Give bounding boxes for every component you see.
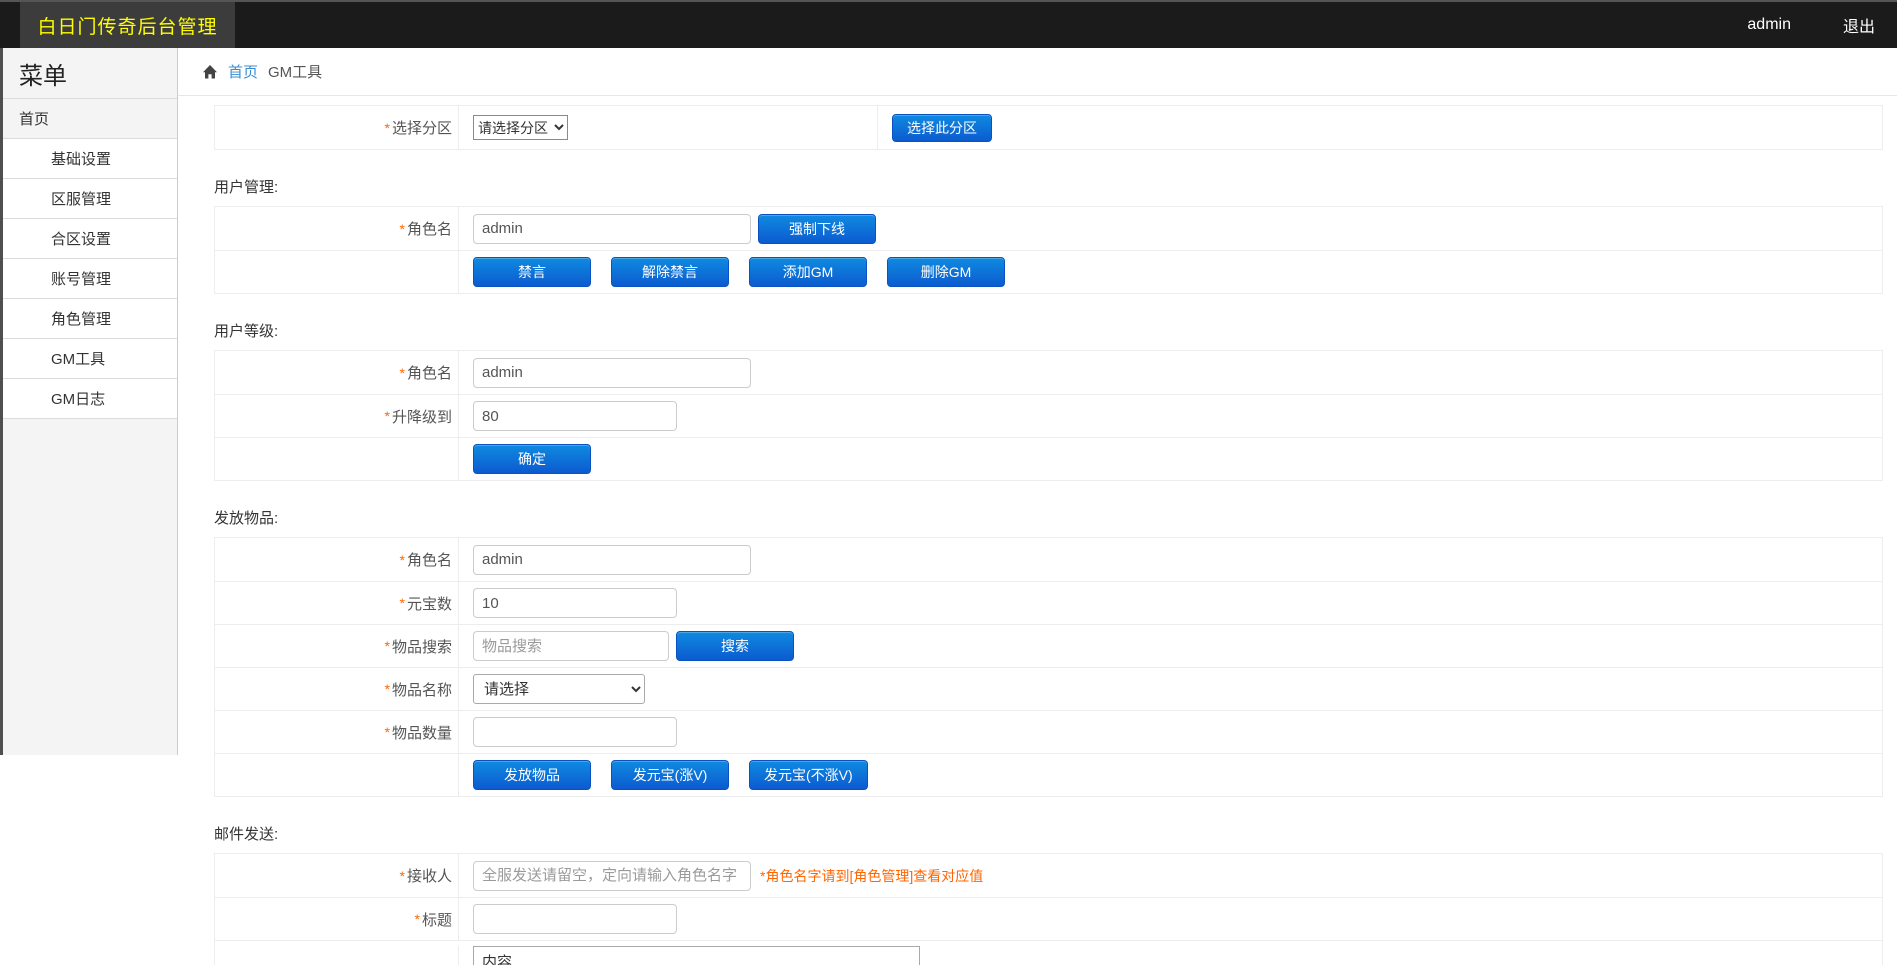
sidebar-item-gm-tools[interactable]: GM工具	[3, 338, 177, 378]
level-target-label: * 升降级到	[215, 395, 459, 437]
user-mgmt-role-input[interactable]	[473, 214, 751, 244]
app-title-text: 白日门传奇后台管理	[37, 12, 217, 39]
give-yuanbao-novip-button[interactable]: 发元宝(不涨V)	[749, 760, 868, 790]
required-mark: *	[400, 552, 405, 568]
role-name-label: * 角色名	[215, 538, 459, 581]
zone-select-label: * 选择分区	[215, 106, 459, 149]
gm-tools-form: * 选择分区 请选择分区 选择此分区 用户管理:	[178, 96, 1897, 965]
select-zone-button[interactable]: 选择此分区	[892, 114, 992, 142]
user-level-role-row: * 角色名	[215, 351, 1882, 394]
item-name-label: * 物品名称	[215, 668, 459, 710]
give-items-actions-row: 发放物品 发元宝(涨V) 发元宝(不涨V)	[215, 753, 1882, 796]
mail-receiver-row: * 接收人 *角色名字请到[角色管理]查看对应值	[215, 854, 1882, 897]
role-name-label: * 角色名	[215, 207, 459, 250]
yuanbao-row: * 元宝数	[215, 581, 1882, 624]
zone-select[interactable]: 请选择分区	[473, 115, 568, 140]
item-qty-label: * 物品数量	[215, 711, 459, 753]
item-search-input[interactable]	[473, 631, 669, 661]
mail-receiver-input[interactable]	[473, 861, 751, 891]
mail-send-title: 邮件发送:	[214, 825, 1883, 845]
add-gm-button[interactable]: 添加GM	[749, 257, 867, 287]
sidebar-item-server-mgmt[interactable]: 区服管理	[3, 178, 177, 218]
item-search-button[interactable]: 搜索	[676, 631, 794, 661]
sidebar-item-home[interactable]: 首页	[3, 98, 177, 138]
give-items-actions: 发放物品 发元宝(涨V) 发元宝(不涨V)	[473, 760, 868, 790]
item-name-row: * 物品名称 请选择	[215, 667, 1882, 710]
user-mgmt-actions: 禁言 解除禁言 添加GM 删除GM	[473, 257, 1005, 287]
breadcrumb: 首页 GM工具	[178, 48, 1897, 96]
sidebar-item-basic-settings[interactable]: 基础设置	[3, 138, 177, 178]
mail-subject-row: * 标题	[215, 897, 1882, 940]
item-qty-input[interactable]	[473, 717, 677, 747]
menu-divider	[3, 418, 177, 419]
required-mark: *	[415, 911, 420, 927]
yuanbao-label: * 元宝数	[215, 582, 459, 624]
zone-select-row: * 选择分区 请选择分区 选择此分区	[215, 106, 1882, 149]
user-level-target-row: * 升降级到	[215, 394, 1882, 437]
zone-confirm-cell: 选择此分区	[878, 114, 1882, 142]
sidebar-item-gm-logs[interactable]: GM日志	[3, 378, 177, 418]
user-mgmt-actions-row: 禁言 解除禁言 添加GM 删除GM	[215, 250, 1882, 293]
top-bar: 白日门传奇后台管理 admin 退出	[0, 0, 1897, 48]
user-mgmt-table: * 角色名 强制下线 禁言 解除禁言 添加GM	[214, 206, 1883, 294]
level-confirm-button[interactable]: 确定	[473, 444, 591, 474]
level-target-input[interactable]	[473, 401, 677, 431]
sidebar-menu: 首页 基础设置 区服管理 合区设置 账号管理 角色管理 GM工具 GM日志	[3, 98, 177, 419]
home-icon	[202, 64, 218, 80]
required-mark: *	[400, 365, 405, 381]
breadcrumb-home-link[interactable]: 首页	[228, 61, 258, 82]
give-yuanbao-vip-button[interactable]: 发元宝(涨V)	[611, 760, 729, 790]
sidebar-item-merge-settings[interactable]: 合区设置	[3, 218, 177, 258]
user-level-table: * 角色名 * 升降级到	[214, 350, 1883, 481]
sidebar-item-role-mgmt[interactable]: 角色管理	[3, 298, 177, 338]
force-offline-button[interactable]: 强制下线	[758, 214, 876, 244]
required-mark: *	[400, 868, 405, 884]
mail-subject-label: * 标题	[215, 898, 459, 940]
app-title: 白日门传奇后台管理	[20, 2, 235, 48]
required-mark: *	[385, 120, 390, 136]
give-items-role-input[interactable]	[473, 545, 751, 575]
user-level-confirm-row: 确定	[215, 437, 1882, 480]
sidebar-item-account-mgmt[interactable]: 账号管理	[3, 258, 177, 298]
item-name-select[interactable]: 请选择	[473, 674, 645, 704]
mail-content-textarea[interactable]: 内容	[473, 946, 920, 965]
sidebar: 菜单 首页 基础设置 区服管理 合区设置 账号管理 角色管理 GM工具 GM日志	[0, 48, 178, 755]
unmute-button[interactable]: 解除禁言	[611, 257, 729, 287]
required-mark: *	[400, 221, 405, 237]
breadcrumb-current: GM工具	[268, 61, 322, 82]
yuanbao-count-input[interactable]	[473, 588, 677, 618]
mail-receiver-hint: *角色名字请到[角色管理]查看对应值	[760, 866, 983, 886]
required-mark: *	[385, 408, 390, 424]
role-name-label: * 角色名	[215, 351, 459, 394]
remove-gm-button[interactable]: 删除GM	[887, 257, 1005, 287]
zone-select-table: * 选择分区 请选择分区 选择此分区	[214, 105, 1883, 150]
required-mark: *	[385, 638, 390, 654]
mail-subject-input[interactable]	[473, 904, 677, 934]
item-qty-row: * 物品数量	[215, 710, 1882, 753]
required-mark: *	[385, 724, 390, 740]
user-mgmt-title: 用户管理:	[214, 178, 1883, 198]
sidebar-title: 菜单	[3, 48, 177, 98]
required-mark: *	[385, 681, 390, 697]
zone-select-cell: 请选择分区	[459, 106, 878, 149]
required-mark: *	[400, 595, 405, 611]
topbar-right: admin 退出	[1747, 13, 1897, 37]
mute-button[interactable]: 禁言	[473, 257, 591, 287]
user-level-role-input[interactable]	[473, 358, 751, 388]
item-search-row: * 物品搜索 搜索	[215, 624, 1882, 667]
give-items-role-row: * 角色名	[215, 538, 1882, 581]
item-search-label: * 物品搜索	[215, 625, 459, 667]
main-content: 首页 GM工具 * 选择分区 请选择分区 选择此分区	[178, 48, 1897, 965]
give-item-button[interactable]: 发放物品	[473, 760, 591, 790]
mail-content-row: 内容	[215, 940, 1882, 965]
user-mgmt-role-row: * 角色名 强制下线	[215, 207, 1882, 250]
mail-receiver-label: * 接收人	[215, 854, 459, 897]
user-level-title: 用户等级:	[214, 322, 1883, 342]
mail-send-table: * 接收人 *角色名字请到[角色管理]查看对应值 * 标题	[214, 853, 1883, 965]
give-items-title: 发放物品:	[214, 509, 1883, 529]
give-items-table: * 角色名 * 元宝数	[214, 537, 1883, 797]
current-user[interactable]: admin	[1747, 16, 1791, 34]
logout-link[interactable]: 退出	[1843, 13, 1875, 37]
